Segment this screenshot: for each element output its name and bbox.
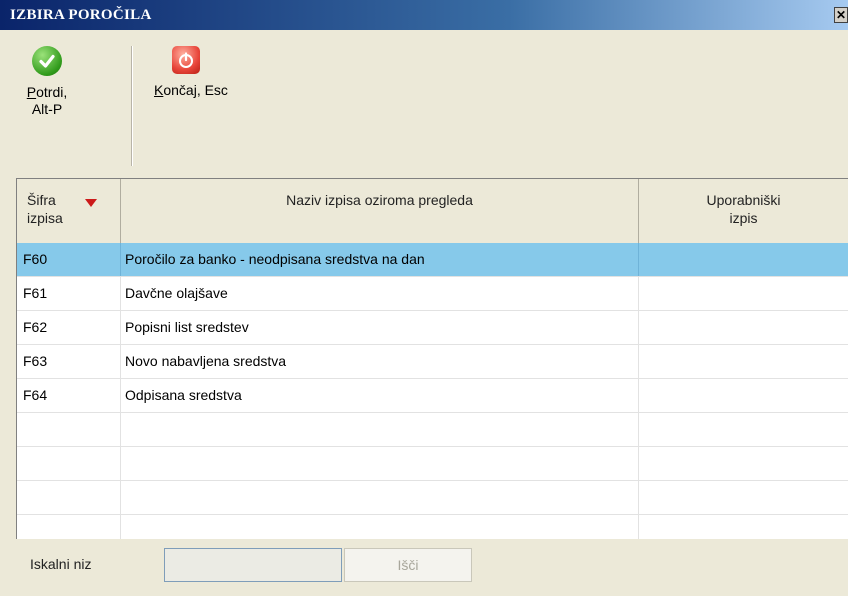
cell-name [121,413,639,446]
cell-code: F64 [17,379,121,412]
column-header-user[interactable]: Uporabniški izpis [639,179,848,243]
cell-user [639,413,848,446]
search-button[interactable]: Išči [344,548,472,582]
table-header: Šifra izpisa Naziv izpisa oziroma pregle… [17,179,848,244]
check-icon [32,46,62,76]
sort-descending-icon [85,199,97,207]
cell-code [17,447,121,480]
table-row[interactable] [17,447,848,481]
column-header-name[interactable]: Naziv izpisa oziroma pregleda [121,179,639,243]
close-icon: ✕ [835,8,847,22]
toolbar-separator [131,46,133,166]
cell-name: Poročilo za banko - neodpisana sredstva … [121,243,639,276]
cell-name [121,481,639,514]
cell-name: Odpisana sredstva [121,379,639,412]
cell-name [121,515,639,539]
column-header-user-line1: Uporabniški [706,192,781,208]
table-row[interactable] [17,515,848,539]
column-header-name-line1: Naziv izpisa oziroma pregleda [286,192,473,208]
column-header-code-line1: Šifra [27,192,56,208]
cell-user [639,515,848,539]
cell-code: F63 [17,345,121,378]
cell-name: Davčne olajšave [121,277,639,310]
cell-code [17,481,121,514]
table-row[interactable] [17,481,848,515]
cell-user [639,277,848,310]
cell-user [639,345,848,378]
cell-code: F62 [17,311,121,344]
cell-code [17,413,121,446]
column-header-user-line2: izpis [729,210,758,226]
end-label: Končaj, Esc [154,82,228,98]
confirm-label-1: Potrdi, [26,84,68,100]
cell-user [639,311,848,344]
cell-code [17,515,121,539]
search-input[interactable] [164,548,342,582]
table-row[interactable]: F61 Davčne olajšave [17,277,848,311]
window-title: IZBIRA POROČILA [10,7,152,23]
table-row[interactable]: F64 Odpisana sredstva [17,379,848,413]
cell-name [121,447,639,480]
column-header-code[interactable]: Šifra izpisa [17,179,121,243]
cell-code: F61 [17,277,121,310]
title-bar: IZBIRA POROČILA ✕ [0,0,848,30]
table-row[interactable] [17,413,848,447]
table-row[interactable]: F63 Novo nabavljena sredstva [17,345,848,379]
cell-user [639,481,848,514]
confirm-label-2: Alt-P [31,101,63,117]
confirm-button[interactable]: Potrdi, Alt-P [16,40,78,118]
reports-table: Šifra izpisa Naziv izpisa oziroma pregle… [16,178,848,539]
search-label: Iskalni niz [30,556,92,572]
cell-user [639,379,848,412]
cell-code: F60 [17,243,121,276]
table-row[interactable]: F62 Popisni list sredstev [17,311,848,345]
close-button[interactable]: ✕ [834,7,848,23]
cell-name: Popisni list sredstev [121,311,639,344]
cell-name: Novo nabavljena sredstva [121,345,639,378]
column-header-code-line2: izpisa [27,210,63,226]
table-row[interactable]: F60 Poročilo za banko - neodpisana sreds… [17,243,848,277]
cell-user [639,447,848,480]
power-icon [172,46,200,74]
toolbar: Potrdi, Alt-P Končaj, Esc [10,40,848,166]
end-button[interactable]: Končaj, Esc [144,40,264,99]
table-body: F60 Poročilo za banko - neodpisana sreds… [17,243,848,539]
cell-user [639,243,848,276]
